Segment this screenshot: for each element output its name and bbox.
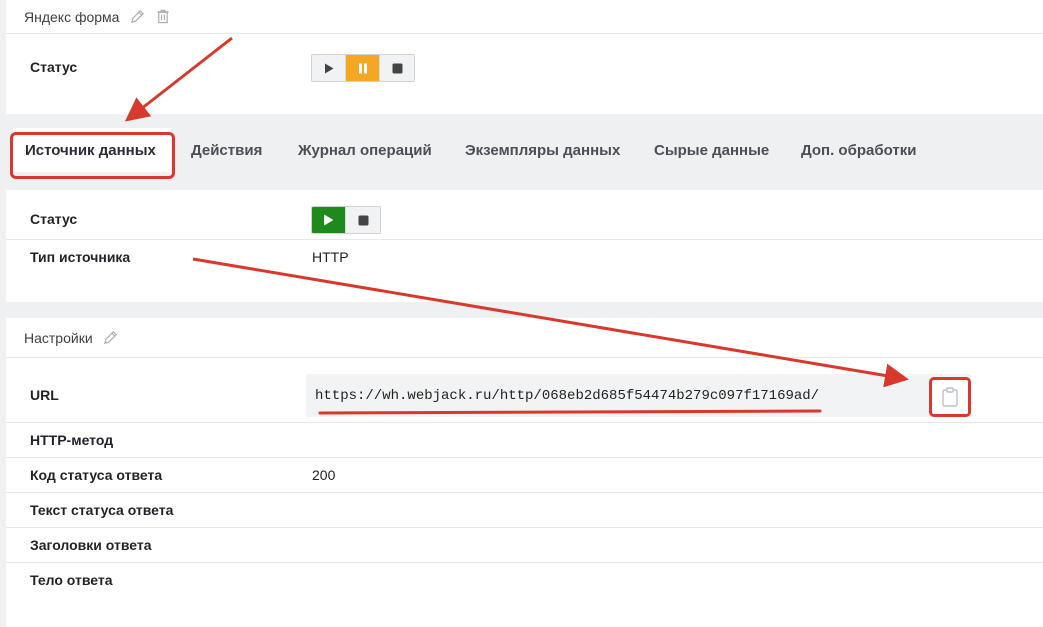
response-body-label: Тело ответа <box>30 572 113 588</box>
status-text-row: Текст статуса ответа <box>6 501 1043 519</box>
play-icon <box>324 214 334 226</box>
play-button[interactable] <box>312 207 346 233</box>
source-status-label: Статус <box>30 211 78 227</box>
source-type-label: Тип источника <box>30 249 131 265</box>
stop-icon <box>392 63 402 73</box>
clipboard-icon <box>942 387 958 407</box>
pencil-icon[interactable] <box>103 330 119 346</box>
http-method-label: HTTP-метод <box>30 432 114 448</box>
tab-actions[interactable]: Действия <box>191 128 262 172</box>
tab-data-instances-label: Экземпляры данных <box>465 141 621 159</box>
status-code-row: Код статуса ответа 200 <box>6 466 1043 484</box>
source-status-controls <box>311 206 381 234</box>
url-label: URL <box>30 387 59 403</box>
pencil-icon[interactable] <box>129 9 145 25</box>
stop-icon <box>358 215 368 225</box>
url-value: https://wh.webjack.ru/http/068eb2d685f54… <box>315 387 820 404</box>
tab-actions-label: Действия <box>191 141 263 159</box>
tab-data-instances[interactable]: Экземпляры данных <box>465 128 620 172</box>
play-button[interactable] <box>312 55 346 81</box>
status-text-label: Текст статуса ответа <box>30 502 174 518</box>
source-type-value: HTTP <box>312 249 349 265</box>
tab-bar: Источник данных Действия Журнал операций… <box>0 128 1043 172</box>
url-value-field[interactable]: https://wh.webjack.ru/http/068eb2d685f54… <box>306 374 971 417</box>
trash-icon[interactable] <box>155 9 171 25</box>
source-status-row: Статус <box>6 206 1043 234</box>
stop-button[interactable] <box>346 207 380 233</box>
form-card-title: Яндекс форма <box>24 8 120 25</box>
source-card: Статус Тип источника HTTP <box>6 190 1043 302</box>
divider <box>6 492 1043 493</box>
form-status-controls <box>311 54 415 82</box>
form-status-label: Статус <box>30 59 78 75</box>
pause-icon <box>358 63 367 73</box>
response-body-row: Тело ответа <box>6 571 1043 589</box>
response-headers-row: Заголовки ответа <box>6 536 1043 554</box>
divider <box>6 422 1043 423</box>
divider <box>6 527 1043 528</box>
tab-raw-data-label: Сырые данные <box>654 141 770 159</box>
response-headers-label: Заголовки ответа <box>30 537 152 553</box>
form-card-header: Яндекс форма <box>6 0 1043 34</box>
copy-url-button[interactable] <box>929 377 971 417</box>
tab-raw-data[interactable]: Сырые данные <box>654 128 769 172</box>
tab-post-processing[interactable]: Доп. обработки <box>801 128 917 172</box>
status-code-value: 200 <box>312 467 336 483</box>
settings-card: Настройки URL HTTP-метод Код статуса отв… <box>6 318 1043 627</box>
tab-operations-log-label: Журнал операций <box>298 141 432 159</box>
pause-button[interactable] <box>346 55 380 81</box>
form-status-row: Статус <box>6 54 1043 82</box>
divider <box>6 457 1043 458</box>
tab-data-source[interactable]: Источник данных <box>13 128 171 172</box>
divider <box>6 562 1043 563</box>
tab-post-processing-label: Доп. обработки <box>801 141 917 159</box>
source-type-row: Тип источника HTTP <box>6 248 1043 266</box>
tab-data-source-label: Источник данных <box>25 141 156 159</box>
tab-operations-log[interactable]: Журнал операций <box>298 128 432 172</box>
status-code-label: Код статуса ответа <box>30 467 163 483</box>
settings-card-header: Настройки <box>6 318 1043 358</box>
settings-card-title: Настройки <box>24 329 93 346</box>
play-icon <box>324 63 333 73</box>
stop-button[interactable] <box>380 55 414 81</box>
http-method-row: HTTP-метод <box>6 431 1043 449</box>
divider <box>6 239 1043 240</box>
form-card: Яндекс форма Статус <box>6 0 1043 114</box>
